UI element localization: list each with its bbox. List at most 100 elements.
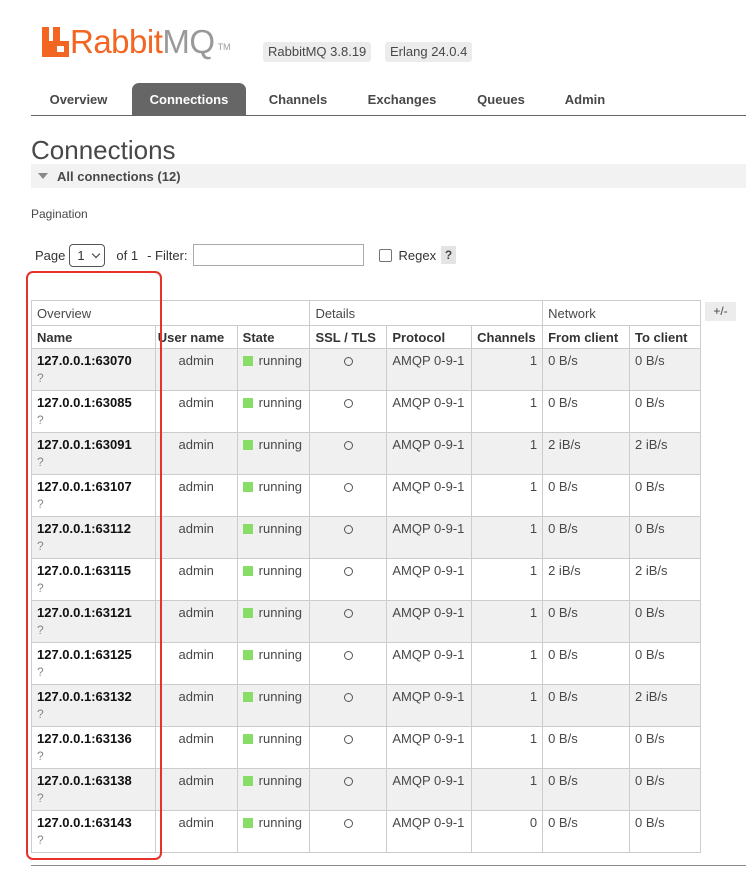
connection-name[interactable]: 127.0.0.1:63125 <box>37 647 132 662</box>
column-header-protocol[interactable]: Protocol <box>386 325 473 349</box>
connection-name[interactable]: 127.0.0.1:63085 <box>37 395 132 410</box>
state-running-icon <box>242 524 253 534</box>
group-header-details: Details <box>309 300 544 326</box>
connection-info-link[interactable]: ? <box>37 371 150 385</box>
connection-name-cell[interactable]: 127.0.0.1:63132? <box>31 684 156 727</box>
user-name-cell: admin <box>154 516 238 559</box>
connection-name[interactable]: 127.0.0.1:63143 <box>37 815 132 830</box>
connection-info-link[interactable]: ? <box>37 707 150 721</box>
connection-info-link[interactable]: ? <box>37 413 150 427</box>
connection-name-cell[interactable]: 127.0.0.1:63112? <box>31 516 156 559</box>
column-header-name[interactable]: Name <box>31 325 156 349</box>
toggle-columns-button[interactable]: +/- <box>705 302 736 321</box>
ssl-cell <box>309 810 388 853</box>
ssl-circle-icon <box>343 483 353 492</box>
connection-name-cell[interactable]: 127.0.0.1:63121? <box>31 600 156 643</box>
ssl-circle-icon <box>343 777 353 786</box>
connection-name-cell[interactable]: 127.0.0.1:63143? <box>31 810 156 853</box>
state-label: running <box>258 731 303 746</box>
state-running-icon <box>242 776 253 786</box>
connection-info-link[interactable]: ? <box>37 455 150 469</box>
connection-name[interactable]: 127.0.0.1:63121 <box>37 605 132 620</box>
page-select-value: 1 <box>77 247 85 263</box>
connection-name[interactable]: 127.0.0.1:63112 <box>37 521 131 536</box>
protocol-cell: AMQP 0-9-1 <box>386 642 473 685</box>
state-label: running <box>258 479 303 494</box>
tab-queues[interactable]: Queues <box>462 83 540 116</box>
connection-name[interactable]: 127.0.0.1:63136 <box>37 731 132 746</box>
ssl-cell <box>309 726 388 769</box>
regex-help-button[interactable]: ? <box>441 246 457 264</box>
user-name-cell: admin <box>154 642 238 685</box>
column-header-to-client[interactable]: To client <box>629 325 701 349</box>
connection-name[interactable]: 127.0.0.1:63070 <box>37 353 132 368</box>
connection-info-link[interactable]: ? <box>37 539 150 553</box>
connection-name-cell[interactable]: 127.0.0.1:63085? <box>31 390 156 433</box>
connection-name-cell[interactable]: 127.0.0.1:63070? <box>31 348 156 391</box>
state-label: running <box>258 437 303 452</box>
protocol-cell: AMQP 0-9-1 <box>386 348 473 391</box>
connection-name-cell[interactable]: 127.0.0.1:63115? <box>31 558 156 601</box>
connection-info-link[interactable]: ? <box>37 791 150 805</box>
connection-name-cell[interactable]: 127.0.0.1:63136? <box>31 726 156 769</box>
channels-cell: 1 <box>471 642 544 685</box>
state-cell: running <box>236 684 311 727</box>
column-header-from-client[interactable]: From client <box>542 325 631 349</box>
tab-overview[interactable]: Overview <box>31 83 126 116</box>
connection-name[interactable]: 127.0.0.1:63132 <box>37 689 132 704</box>
connection-name[interactable]: 127.0.0.1:63107 <box>37 479 132 494</box>
tab-admin[interactable]: Admin <box>550 83 620 116</box>
connection-info-link[interactable]: ? <box>37 665 150 679</box>
state-label: running <box>258 689 303 704</box>
connection-info-link[interactable]: ? <box>37 833 150 847</box>
page-select[interactable]: 1 <box>69 243 106 267</box>
ssl-cell <box>309 768 388 811</box>
column-header-user-name[interactable]: User name <box>154 325 238 349</box>
state-cell: running <box>236 432 311 475</box>
state-label: running <box>258 563 303 578</box>
connection-name-cell[interactable]: 127.0.0.1:63138? <box>31 768 156 811</box>
table-row: 127.0.0.1:63112? admin running AMQP 0-9-… <box>31 516 701 559</box>
state-running-icon <box>242 608 253 618</box>
from-client-cell: 0 B/s <box>542 768 631 811</box>
connection-name[interactable]: 127.0.0.1:63091 <box>37 437 132 452</box>
connection-info-link[interactable]: ? <box>37 749 150 763</box>
connection-name[interactable]: 127.0.0.1:63138 <box>37 773 132 788</box>
connection-info-link[interactable]: ? <box>37 497 150 511</box>
to-client-cell: 0 B/s <box>629 390 701 433</box>
column-header-channels[interactable]: Channels <box>471 325 544 349</box>
connection-name-cell[interactable]: 127.0.0.1:63091? <box>31 432 156 475</box>
regex-checkbox[interactable] <box>378 248 392 262</box>
connection-name-cell[interactable]: 127.0.0.1:63107? <box>31 474 156 517</box>
protocol-cell: AMQP 0-9-1 <box>386 726 473 769</box>
from-client-cell: 0 B/s <box>542 726 631 769</box>
to-client-cell: 0 B/s <box>629 810 701 853</box>
to-client-cell: 2 iB/s <box>629 432 701 475</box>
state-cell: running <box>236 810 311 853</box>
connection-name-cell[interactable]: 127.0.0.1:63125? <box>31 642 156 685</box>
column-header-state[interactable]: State <box>236 325 311 349</box>
protocol-cell: AMQP 0-9-1 <box>386 390 473 433</box>
column-header-ssl-tls[interactable]: SSL / TLS <box>309 325 388 349</box>
tab-channels[interactable]: Channels <box>252 83 344 116</box>
ssl-cell <box>309 474 388 517</box>
ssl-cell <box>309 390 388 433</box>
pagination-label: Pagination <box>31 207 88 221</box>
tab-exchanges[interactable]: Exchanges <box>352 83 452 116</box>
connection-info-link[interactable]: ? <box>37 581 150 595</box>
all-connections-toggle[interactable]: All connections (12) <box>31 164 746 188</box>
state-cell: running <box>236 558 311 601</box>
connection-info-link[interactable]: ? <box>37 623 150 637</box>
state-running-icon <box>242 818 253 828</box>
filter-input[interactable] <box>192 244 364 266</box>
to-client-cell: 0 B/s <box>629 600 701 643</box>
state-cell: running <box>236 474 311 517</box>
state-cell: running <box>236 768 311 811</box>
state-running-icon <box>242 440 253 450</box>
channels-cell: 1 <box>471 432 544 475</box>
connection-name[interactable]: 127.0.0.1:63115 <box>37 563 131 578</box>
tab-connections[interactable]: Connections <box>132 83 246 116</box>
table-row: 127.0.0.1:63070? admin running AMQP 0-9-… <box>31 348 701 391</box>
channels-cell: 1 <box>471 684 544 727</box>
ssl-circle-icon <box>343 399 353 408</box>
